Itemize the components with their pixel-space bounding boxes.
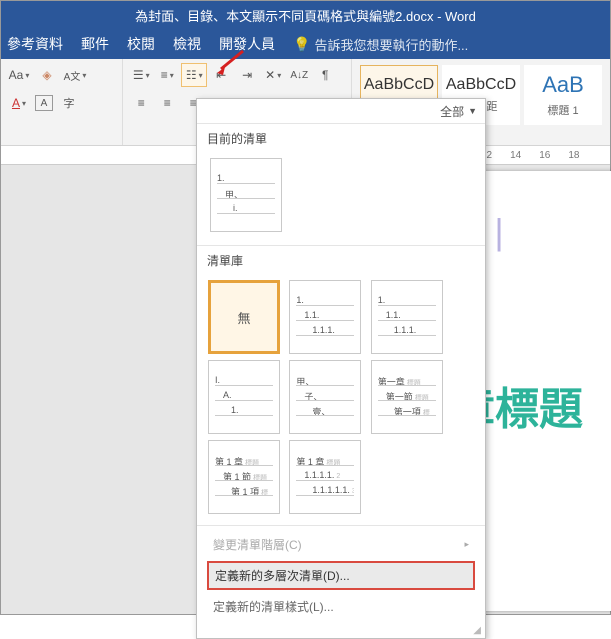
- tab-view[interactable]: 檢視: [173, 34, 201, 54]
- title-bar: 為封面、目錄、本文顯示不同頁碼格式與編號2.docx - Word: [1, 1, 610, 29]
- font-color-button[interactable]: A▾: [7, 92, 31, 114]
- list-tile-roman[interactable]: I. A. 1.: [208, 360, 280, 434]
- menu-bar: 參考資料 郵件 校閱 檢視 開發人員 💡 告訴我您想要執行的動作...: [1, 29, 610, 59]
- define-new-list-style-item[interactable]: 定義新的清單樣式(L)...: [197, 592, 485, 621]
- chevron-down-icon: ▼: [468, 106, 477, 116]
- show-marks-button[interactable]: ¶: [313, 64, 337, 86]
- resize-grip-icon[interactable]: ◢: [197, 625, 485, 638]
- clear-format-button[interactable]: ◈: [35, 64, 59, 86]
- align-left-button[interactable]: ≡: [129, 92, 153, 114]
- tab-review[interactable]: 校閱: [127, 34, 155, 54]
- style-heading1[interactable]: AaB 標題 1: [524, 65, 602, 125]
- list-tile-chinese[interactable]: 甲、 子、 壹、: [289, 360, 361, 434]
- align-center-button[interactable]: ≡: [155, 92, 179, 114]
- paragraph-marks: ||: [471, 211, 611, 253]
- list-tile-numeric-2[interactable]: 1. 1.1. 1.1.1.: [371, 280, 443, 354]
- change-case-button[interactable]: Aa▾: [7, 64, 31, 86]
- multilevel-list-dropdown: 全部 ▼ 目前的清單 1. 甲、 i. 清單庫 無 1. 1.1. 1.1.1.…: [196, 98, 486, 639]
- font-group: Aa▾ ◈ A文▾ A▾ A 字: [1, 59, 123, 145]
- decrease-indent-button[interactable]: ⇤: [209, 64, 233, 86]
- tell-me[interactable]: 💡 告訴我您想要執行的動作...: [293, 35, 468, 54]
- numbering-button[interactable]: ≡▾: [155, 64, 179, 86]
- list-tile-numeric[interactable]: 1. 1.1. 1.1.1.: [289, 280, 361, 354]
- list-tile-none[interactable]: 無: [208, 280, 280, 354]
- tab-developer[interactable]: 開發人員: [219, 34, 275, 54]
- char-border-button[interactable]: A: [35, 95, 53, 111]
- change-list-level-item: 變更清單階層(C) ▸: [197, 530, 485, 559]
- asian-layout-button[interactable]: ✕▾: [261, 64, 285, 86]
- current-list-tile[interactable]: 1. 甲、 i.: [210, 158, 282, 232]
- list-tile-chapter-num[interactable]: 第 1 章標題 第 1 節標題 第 1 項標: [208, 440, 280, 514]
- sort-button[interactable]: A↓Z: [287, 64, 311, 86]
- char-shading-button[interactable]: 字: [57, 92, 81, 114]
- bullets-button[interactable]: ☰▾: [129, 64, 153, 86]
- list-tile-chapter-decimal[interactable]: 第 1 章標題 1.1.1.1.2 1.1.1.1.1.3: [289, 440, 361, 514]
- tell-me-text: 告訴我您想要執行的動作...: [314, 35, 468, 54]
- list-library-header: 清單庫: [197, 246, 485, 273]
- list-tile-chapter-zh[interactable]: 第一章標題 第一節標題 第一項標: [371, 360, 443, 434]
- define-new-multilevel-item[interactable]: 定義新的多層次清單(D)...: [207, 561, 475, 590]
- list-library-gallery: 無 1. 1.1. 1.1.1. 1. 1.1. 1.1.1. I. A. 1.…: [197, 273, 485, 526]
- phonetic-guide-button[interactable]: A文▾: [63, 64, 87, 86]
- dropdown-menu: 變更清單階層(C) ▸ 定義新的多層次清單(D)... 定義新的清單樣式(L).…: [197, 526, 485, 625]
- lightbulb-icon: 💡: [293, 36, 310, 53]
- current-list-header: 目前的清單: [197, 124, 485, 151]
- tab-mailings[interactable]: 郵件: [81, 34, 109, 54]
- dropdown-filter[interactable]: 全部 ▼: [197, 99, 485, 124]
- increase-indent-button[interactable]: ⇥: [235, 64, 259, 86]
- style-label: 標題 1: [547, 102, 578, 118]
- doc-title: 為封面、目錄、本文顯示不同頁碼格式與編號2.docx - Word: [135, 6, 476, 25]
- multilevel-list-button[interactable]: ☷▾: [181, 63, 207, 87]
- tab-references[interactable]: 參考資料: [7, 34, 63, 54]
